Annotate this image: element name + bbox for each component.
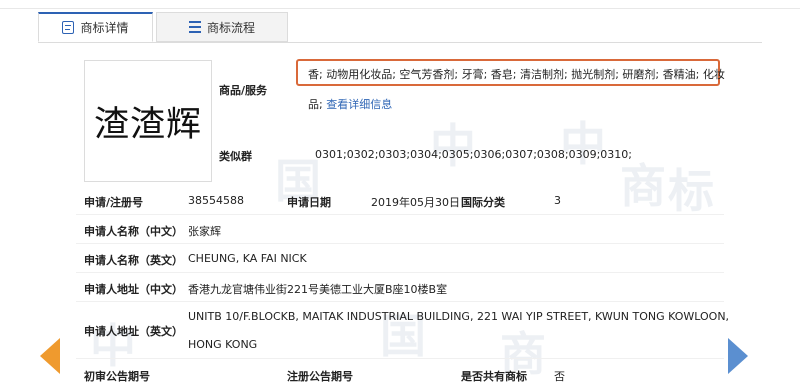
address-en-label: 申请人地址（英文）	[84, 325, 183, 338]
shared-mark-label: 是否共有商标	[461, 370, 527, 383]
prelim-pub-label: 初审公告期号	[84, 370, 150, 383]
similar-group-value: 0301;0302;0303;0304;0305;0306;0307;0308;…	[315, 148, 633, 161]
list-icon	[188, 21, 201, 33]
goods-list-tail: 品;	[308, 98, 323, 111]
app-date-value: 2019年05月30日	[371, 196, 460, 209]
reg-pub-label: 注册公告期号	[287, 370, 353, 383]
row-divider	[76, 272, 724, 273]
intl-class-label: 国际分类	[461, 196, 505, 209]
next-arrow-icon[interactable]	[728, 338, 748, 374]
row-divider	[76, 214, 724, 215]
applicant-cn-label: 申请人名称（中文）	[84, 225, 183, 238]
top-border	[0, 0, 800, 9]
address-en-line1: UNITB 10/F.BLOCKB, MAITAK INDUSTRIAL BUI…	[188, 310, 730, 323]
tab-label: 商标详情	[80, 21, 129, 35]
row-divider	[76, 243, 724, 244]
reg-no-value: 38554588	[188, 194, 244, 207]
document-icon	[62, 21, 75, 34]
similar-group-label: 类似群	[219, 150, 252, 163]
watermark: 中	[430, 119, 476, 173]
view-details-link[interactable]: 查看详细信息	[326, 98, 392, 111]
tab-trademark-flow[interactable]: 商标流程	[156, 12, 288, 42]
applicant-en-value: CHEUNG, KA FAI NICK	[188, 252, 307, 265]
goods-list: 香; 动物用化妆品; 空气芳香剂; 牙膏; 香皂; 清洁制剂; 抛光制剂; 研磨…	[308, 68, 725, 81]
address-cn-label: 申请人地址（中文）	[84, 283, 183, 296]
applicant-cn-value: 张家辉	[188, 225, 221, 238]
trademark-image: 渣渣辉	[84, 60, 212, 182]
tab-underline	[38, 42, 762, 43]
goods-label: 商品/服务	[219, 84, 268, 97]
watermark: 中	[560, 117, 606, 171]
row-divider	[76, 358, 724, 359]
reg-no-label: 申请/注册号	[84, 196, 144, 209]
applicant-en-label: 申请人名称（英文）	[84, 254, 183, 267]
tab-trademark-detail[interactable]: 商标详情	[38, 12, 153, 42]
previous-arrow-icon[interactable]	[40, 338, 60, 374]
address-cn-value: 香港九龙官塘伟业街221号美德工业大厦B座10楼B室	[188, 283, 448, 296]
row-divider	[76, 301, 724, 302]
trademark-text: 渣渣辉	[93, 104, 202, 145]
app-date-label: 申请日期	[287, 196, 331, 209]
goods-list-continued: 品; 查看详细信息	[308, 96, 392, 112]
tab-label: 商标流程	[206, 20, 255, 35]
shared-mark-value: 否	[554, 370, 565, 383]
intl-class-value: 3	[554, 194, 561, 207]
watermark: 中	[90, 319, 136, 373]
address-en-line2: HONG KONG	[188, 338, 258, 351]
watermark: 标	[668, 164, 714, 218]
